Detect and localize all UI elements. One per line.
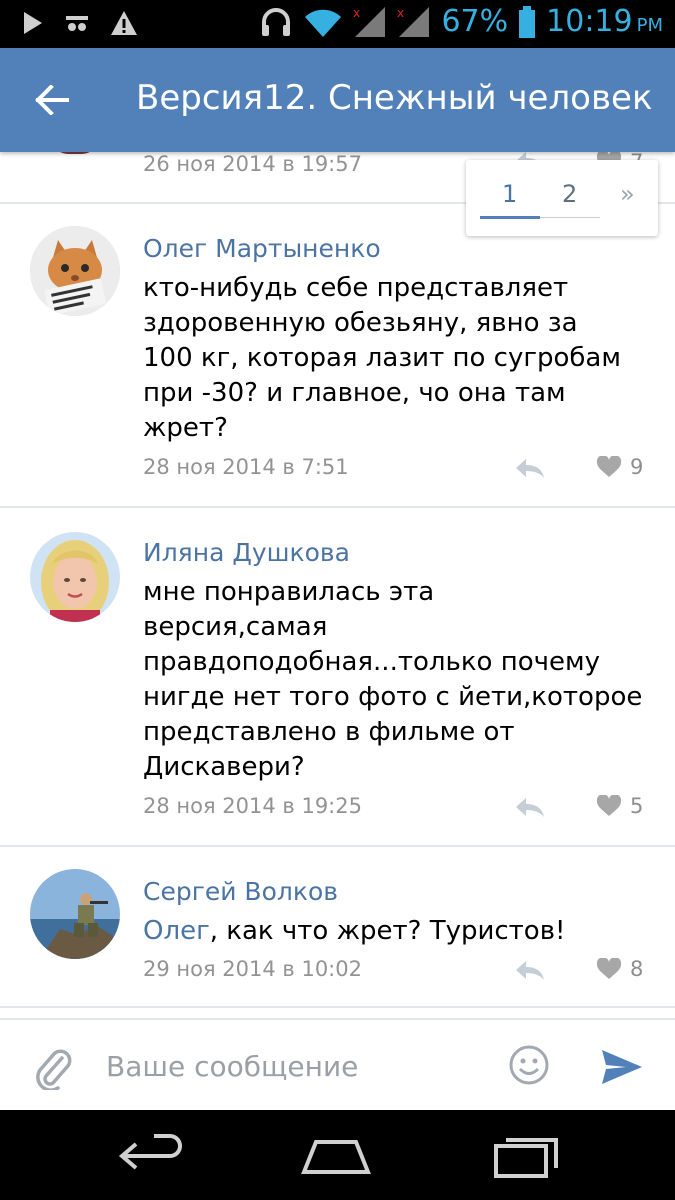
avatar[interactable] xyxy=(30,532,120,622)
comment-text-line: жрет? xyxy=(143,413,228,443)
status-notifications xyxy=(22,10,138,36)
status-bar: x x 67% 10:19 PM xyxy=(0,0,675,48)
mention-link[interactable]: Олег xyxy=(143,916,210,946)
like-button[interactable]: 5 xyxy=(596,794,643,818)
reply-icon[interactable] xyxy=(514,457,546,479)
comment-date: 28 ноя 2014 в 19:25 xyxy=(143,794,362,818)
emoji-icon[interactable] xyxy=(508,1044,550,1086)
heart-icon xyxy=(596,958,622,979)
pagination: 1 2 » xyxy=(466,160,658,236)
svg-text:x: x xyxy=(397,6,404,20)
back-nav-icon[interactable] xyxy=(114,1132,186,1180)
system-nav-bar xyxy=(0,1110,675,1200)
comment-author-link[interactable]: Олег Мартыненко xyxy=(143,234,381,263)
comment-text-body: , как что жрет? Туристов! xyxy=(209,916,566,946)
battery-icon xyxy=(519,5,536,38)
comment-author-link[interactable]: Иляна Душкова xyxy=(143,538,350,567)
home-nav-icon[interactable] xyxy=(300,1132,372,1180)
avatar xyxy=(52,152,98,154)
comment-text-line: здоровенную обезьяну, явно за xyxy=(143,308,578,338)
like-button[interactable]: 8 xyxy=(596,957,643,981)
headphones-icon xyxy=(262,7,291,36)
comment-author-link[interactable]: Сергей Волков xyxy=(143,877,338,906)
page-underline xyxy=(540,217,600,218)
like-count: 5 xyxy=(630,794,644,818)
comment-text-line: версия,самая xyxy=(143,612,328,642)
divider xyxy=(0,1006,675,1008)
comment-date: 26 ноя 2014 в 19:57 xyxy=(143,152,362,176)
arrow-left-icon xyxy=(35,85,69,115)
page-2-link[interactable]: 2 xyxy=(562,180,577,208)
reply-icon[interactable] xyxy=(514,959,546,981)
comment-date: 29 ноя 2014 в 10:02 xyxy=(143,957,362,981)
like-button[interactable]: 9 xyxy=(596,455,643,479)
reply-icon[interactable] xyxy=(514,796,546,818)
divider xyxy=(0,506,675,508)
message-composer xyxy=(0,1018,675,1110)
woman-avatar-image xyxy=(30,532,120,622)
recent-apps-icon[interactable] xyxy=(490,1132,562,1180)
page-1-link[interactable]: 1 xyxy=(502,180,517,208)
comment-text-line: нигде нет того фото с йети,которое xyxy=(143,682,643,712)
heart-icon xyxy=(596,456,622,477)
comment-text-line: кто-нибудь себе представляет xyxy=(143,273,569,303)
warning-icon xyxy=(111,11,137,35)
comment-text-line: мне понравилась эта xyxy=(143,577,435,607)
heart-icon xyxy=(596,795,622,816)
message-input[interactable] xyxy=(106,1050,486,1083)
active-page-underline xyxy=(480,216,540,219)
paperclip-icon[interactable] xyxy=(32,1046,72,1090)
comment-date: 28 ноя 2014 в 7:51 xyxy=(143,455,349,479)
svg-text:x: x xyxy=(353,6,360,20)
avatar[interactable] xyxy=(30,869,120,959)
like-count: 9 xyxy=(630,455,644,479)
send-icon[interactable] xyxy=(600,1048,644,1086)
comment-text-line: представлено в фильме от xyxy=(143,717,515,747)
page-title: Версия12. Снежный человек xyxy=(136,78,653,118)
battery-percent: 67% xyxy=(441,4,509,39)
like-count: 8 xyxy=(630,957,644,981)
cat-avatar-image xyxy=(30,226,120,316)
comment-text-line: 100 кг, которая лазит по сугробам xyxy=(143,343,621,373)
man-avatar-image xyxy=(30,869,120,959)
comment-text-line: правдоподобная...только почему xyxy=(143,647,600,677)
signal-icon-2: x xyxy=(397,6,430,37)
wifi-icon xyxy=(305,9,342,37)
signal-icon: x xyxy=(353,6,386,37)
comment-text: кто-нибудь себе представляет здоровенную… xyxy=(143,271,643,446)
clock-ampm: PM xyxy=(636,15,663,36)
comment-text-line: при -30? и главное, чо она там xyxy=(143,378,566,408)
next-pages-link[interactable]: » xyxy=(620,180,635,208)
divider xyxy=(0,845,675,847)
play-icon xyxy=(24,12,42,34)
clock-time: 10:19 xyxy=(546,4,633,39)
comment-text: Олег, как что жрет? Туристов! xyxy=(143,914,643,949)
status-indicators: x x 67% 10:19 PM xyxy=(259,4,663,39)
back-button[interactable] xyxy=(26,74,78,126)
incognito-icon xyxy=(66,16,88,31)
comments-list[interactable]: 26 ноя 2014 в 19:57 7 1 2 » xyxy=(0,152,675,1018)
comment-text-line: Дискавери? xyxy=(143,752,305,782)
avatar[interactable] xyxy=(30,226,120,316)
app-bar: Версия12. Снежный человек xyxy=(0,48,675,152)
comment-text: мне понравилась эта версия,самая правдоп… xyxy=(143,575,643,785)
